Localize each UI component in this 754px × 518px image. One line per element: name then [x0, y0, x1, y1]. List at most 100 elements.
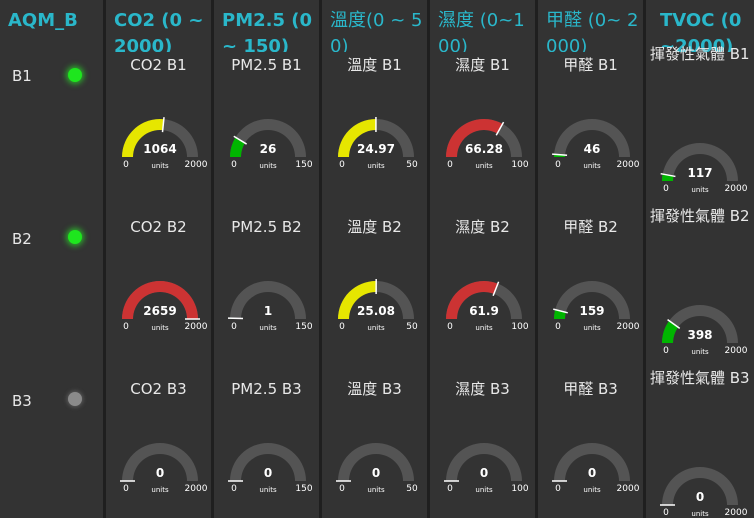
gauge-max-label: 2000	[185, 484, 208, 494]
sensor-column-pm25: PM2.5 (0 ~ 150) PM2.5 B1 26 0 150 units PM2…	[214, 0, 322, 518]
gauge-cell: PM2.5 B1 26 0 150 units	[214, 55, 319, 217]
device-column: AQM_B B1 B2 B3	[0, 0, 106, 518]
gauge-max-label: 150	[295, 160, 312, 170]
gauge-value: 1064	[143, 142, 176, 156]
gauge-value: 0	[588, 466, 596, 480]
gauge-units-label: units	[259, 486, 277, 494]
gauge-min-label: 0	[123, 484, 129, 494]
gauge-value: 1	[264, 304, 272, 318]
gauge-cell: 甲醛 B1 46 0 2000 units	[538, 55, 643, 217]
gauge-units-label: units	[475, 162, 493, 170]
gauge-units-label: units	[367, 486, 385, 494]
gauge-value: 117	[687, 166, 712, 180]
gauge-units-label: units	[367, 162, 385, 170]
gauge-max-label: 2000	[725, 508, 748, 518]
gauge-units-label: units	[691, 186, 709, 194]
gauge-chart: 0 0 2000 units	[552, 443, 640, 494]
gauge-cell: PM2.5 B3 0 0 150 units	[214, 379, 319, 518]
status-led-icon	[68, 230, 82, 244]
gauge-min-label: 0	[231, 160, 237, 170]
gauge-units-label: units	[151, 162, 169, 170]
gauge-max-label: 2000	[617, 160, 640, 170]
gauge-value: 46	[584, 142, 601, 156]
device-row-label: B1	[12, 67, 32, 85]
gauge-max-label: 150	[295, 322, 312, 332]
gauge-value: 66.28	[465, 142, 503, 156]
gauge-value: 24.97	[357, 142, 395, 156]
gauge-value: 0	[372, 466, 380, 480]
gauge-units-label: units	[259, 162, 277, 170]
gauge-max-label: 100	[511, 160, 528, 170]
gauge-units-label: units	[583, 486, 601, 494]
gauge-chart: 117 0 2000 units	[660, 143, 748, 194]
gauge-max-label: 2000	[185, 160, 208, 170]
gauge-units-label: units	[691, 348, 709, 356]
sensor-column-formaldehyde: 甲醛 (0~ 2000) 甲醛 B1 46 0 2000 units 甲醛 B2 15…	[538, 0, 646, 518]
column-title: 溫度(0 ~ 50)	[330, 10, 423, 52]
gauge-units-label: units	[259, 324, 277, 332]
gauge-max-label: 50	[406, 484, 418, 494]
gauge-max-label: 150	[295, 484, 312, 494]
gauge-value: 0	[480, 466, 488, 480]
gauge-min-label: 0	[447, 484, 453, 494]
gauge-cell: CO2 B1 1064 0 2000 units	[106, 55, 211, 217]
gauge-min-label: 0	[555, 160, 561, 170]
gauge-chart: 61.9 0 100 units	[446, 281, 529, 332]
gauge-cell: 溫度 B2 25.08 0 50 units	[322, 217, 427, 379]
gauge-chart: 0 0 100 units	[444, 443, 529, 494]
gauge-units-label: units	[475, 324, 493, 332]
sensor-column-temperature: 溫度(0 ~ 50) 溫度 B1 24.97 0 50 units 溫度 B2 25.…	[322, 0, 430, 518]
gauge-min-label: 0	[231, 484, 237, 494]
column-title: CO2 (0 ~ 2000)	[114, 10, 204, 52]
gauge-value: 159	[579, 304, 604, 318]
gauge-value: 0	[156, 466, 164, 480]
gauge-cell: 甲醛 B2 159 0 2000 units	[538, 217, 643, 379]
gauge-units-label: units	[583, 324, 601, 332]
gauge-cell: 溫度 B1 24.97 0 50 units	[322, 55, 427, 217]
gauge-min-label: 0	[663, 184, 669, 194]
gauge-chart: 66.28 0 100 units	[446, 118, 529, 170]
gauge-min-label: 0	[447, 322, 453, 332]
gauge-cell: 揮發性氣體 B1 117 0 2000 units	[646, 45, 754, 207]
dashboard: AQM_B B1 B2 B3 CO2 (0 ~ 2000) CO2 B1 106…	[0, 0, 754, 518]
gauge-value: 61.9	[469, 304, 499, 318]
gauge-min-label: 0	[339, 484, 345, 494]
device-column-title: AQM_B	[8, 10, 78, 31]
gauge-units-label: units	[691, 510, 709, 518]
gauge-cell: CO2 B2 2659 0 2000 units	[106, 217, 211, 379]
gauge-max-label: 2000	[725, 184, 748, 194]
gauge-chart: 1 0 150 units	[227, 281, 313, 332]
gauge-chart: 0 0 50 units	[336, 443, 418, 494]
gauge-cell: CO2 B3 0 0 2000 units	[106, 379, 211, 518]
gauge-units-label: units	[151, 486, 169, 494]
gauge-units-label: units	[583, 162, 601, 170]
gauge-cell: 濕度 B1 66.28 0 100 units	[430, 55, 535, 217]
device-row-label: B2	[12, 230, 32, 248]
gauge-max-label: 2000	[185, 322, 208, 332]
gauge-max-label: 100	[511, 484, 528, 494]
gauge-chart: 159 0 2000 units	[553, 281, 640, 332]
sensor-column-tvoc: TVOC (0~2000) 揮發性氣體 B1 117 0 2000 units 揮發性…	[646, 0, 754, 518]
gauge-chart: 1064 0 2000 units	[122, 117, 208, 170]
gauge-value: 0	[264, 466, 272, 480]
gauge-units-label: units	[151, 324, 169, 332]
gauge-value: 2659	[143, 304, 176, 318]
gauge-value: 0	[696, 490, 704, 504]
gauge-cell: 溫度 B3 0 0 50 units	[322, 379, 427, 518]
gauge-value: 398	[687, 328, 712, 342]
gauge-chart: 0 0 2000 units	[660, 467, 748, 518]
gauge-chart: 398 0 2000 units	[662, 305, 748, 356]
gauge-cell: 甲醛 B3 0 0 2000 units	[538, 379, 643, 518]
gauge-max-label: 50	[406, 322, 418, 332]
gauge-units-label: units	[367, 324, 385, 332]
gauge-value: 26	[260, 142, 277, 156]
gauge-min-label: 0	[339, 322, 345, 332]
gauge-min-label: 0	[447, 160, 453, 170]
column-title: PM2.5 (0 ~ 150)	[222, 10, 313, 52]
gauge-value: 25.08	[357, 304, 395, 318]
gauge-min-label: 0	[663, 508, 669, 518]
gauge-units-label: units	[475, 486, 493, 494]
gauge-chart: 46 0 2000 units	[552, 119, 640, 170]
gauge-chart: 0 0 2000 units	[120, 443, 208, 494]
gauge-max-label: 2000	[617, 322, 640, 332]
